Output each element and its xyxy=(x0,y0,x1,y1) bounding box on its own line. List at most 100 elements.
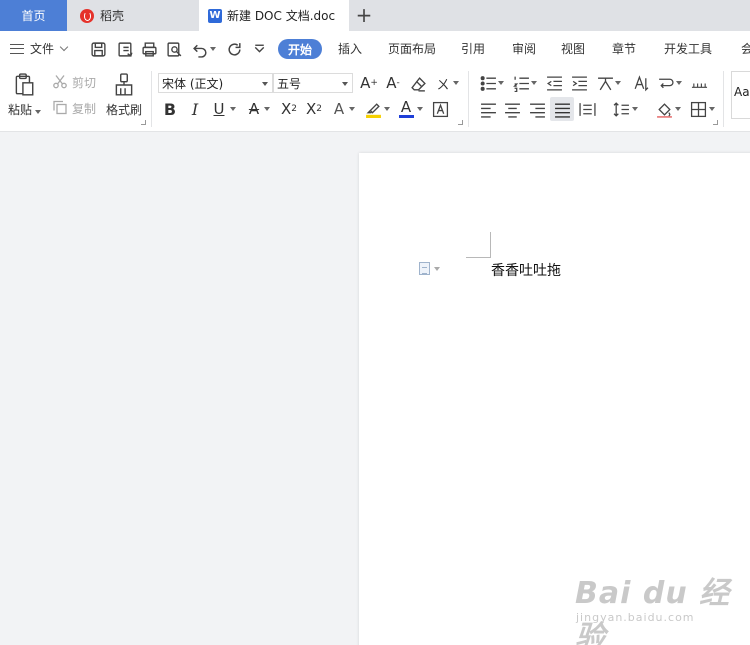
tab-bar: 首页 稻壳 W 新建 DOC 文档.doc + xyxy=(0,0,750,31)
format-painter-icon[interactable] xyxy=(112,71,136,99)
bullet-list-icon[interactable] xyxy=(479,74,497,92)
margin-corner-mark xyxy=(490,232,491,257)
font-size-dropdown-icon xyxy=(342,82,348,86)
paste-icon[interactable] xyxy=(11,71,37,99)
tab-page-layout[interactable]: 页面布局 xyxy=(388,40,436,57)
format-painter-button[interactable]: 格式刷 xyxy=(106,101,142,118)
tab-daoke[interactable]: 稻壳 xyxy=(67,0,195,31)
paste-button[interactable]: 粘贴 xyxy=(8,101,42,118)
line-break-dropdown-icon[interactable] xyxy=(675,79,683,87)
phonetic-dropdown-icon[interactable] xyxy=(452,79,460,87)
paragraph-dropdown-icon xyxy=(434,266,440,271)
align-left-icon[interactable] xyxy=(479,100,497,118)
baidu-watermark-logo: Bai du 经验 xyxy=(575,576,731,645)
strikethrough-dropdown-icon[interactable] xyxy=(263,105,271,113)
text-effect-dropdown-icon[interactable] xyxy=(348,105,356,113)
document-paragraph-icon xyxy=(419,262,430,275)
align-right-icon[interactable] xyxy=(528,100,546,118)
shrink-font-icon[interactable]: A- xyxy=(383,73,403,93)
paragraph-launcher-icon[interactable] xyxy=(713,120,718,125)
grow-font-icon[interactable]: A + xyxy=(359,73,379,93)
underline-dropdown-icon[interactable] xyxy=(229,105,237,113)
font-name-select[interactable]: 宋体 (正文) xyxy=(158,73,273,93)
baidu-watermark-url: jingyan.baidu.com xyxy=(576,611,695,624)
daoke-logo-icon xyxy=(80,8,94,23)
tab-developer[interactable]: 开发工具 xyxy=(664,40,712,57)
underline-icon[interactable]: U xyxy=(210,99,228,119)
highlight-marker-icon[interactable] xyxy=(364,100,382,118)
char-border-icon[interactable] xyxy=(431,100,449,118)
font-name-dropdown-icon xyxy=(262,82,268,86)
font-name-value: 宋体 (正文) xyxy=(162,76,224,91)
highlight-dropdown-icon[interactable] xyxy=(383,105,391,113)
font-size-value: 五号 xyxy=(277,76,302,91)
margin-corner-mark xyxy=(466,257,491,258)
scissors-icon[interactable] xyxy=(52,73,68,89)
line-break-icon[interactable] xyxy=(656,74,674,92)
hamburger-icon xyxy=(10,43,24,54)
tab-home-label: 首页 xyxy=(21,9,46,23)
tab-review[interactable]: 审阅 xyxy=(512,40,536,57)
distributed-align-icon[interactable] xyxy=(578,100,596,118)
redo-icon[interactable] xyxy=(225,40,243,58)
chinese-layout-dropdown-icon[interactable] xyxy=(614,79,622,87)
line-spacing-dropdown-icon[interactable] xyxy=(631,105,639,113)
style-preview-text: AaI xyxy=(734,85,750,99)
bullet-dropdown-icon[interactable] xyxy=(497,79,505,87)
tab-view[interactable]: 视图 xyxy=(561,40,585,57)
clear-format-eraser-icon[interactable] xyxy=(409,75,427,93)
new-tab-plus-icon[interactable]: + xyxy=(354,3,374,27)
decrease-indent-icon[interactable] xyxy=(545,74,563,92)
copy-label: 复制 xyxy=(72,102,97,116)
customize-toolbar-icon[interactable] xyxy=(250,40,268,58)
tab-document[interactable]: W 新建 DOC 文档.doc xyxy=(199,0,349,31)
file-menu-button[interactable]: 文件 xyxy=(10,40,69,57)
save-icon[interactable] xyxy=(89,40,107,58)
tab-document-label: 新建 DOC 文档.doc xyxy=(227,9,336,23)
copy-icon[interactable] xyxy=(52,99,68,115)
tab-start[interactable]: 开始 xyxy=(278,39,322,59)
subscript-icon[interactable]: X2 xyxy=(304,99,324,119)
font-color-dropdown-icon[interactable] xyxy=(416,105,424,113)
italic-icon[interactable]: I xyxy=(186,99,204,119)
undo-dropdown-icon[interactable] xyxy=(208,40,218,58)
ribbon-separator xyxy=(468,71,469,127)
font-size-select[interactable]: 五号 xyxy=(273,73,353,93)
paragraph-handle[interactable] xyxy=(419,262,440,275)
shading-dropdown-icon[interactable] xyxy=(674,105,682,113)
paste-label: 粘贴 xyxy=(8,103,33,117)
bold-icon[interactable]: B xyxy=(161,99,179,119)
numbered-dropdown-icon[interactable] xyxy=(530,79,538,87)
text-direction-icon[interactable] xyxy=(631,74,649,92)
increase-indent-icon[interactable] xyxy=(570,74,588,92)
chinese-layout-icon[interactable] xyxy=(596,74,614,92)
print-preview-icon[interactable] xyxy=(165,40,183,58)
strikethrough-icon[interactable]: A xyxy=(245,99,263,119)
borders-icon[interactable] xyxy=(689,100,707,118)
shading-bucket-icon[interactable] xyxy=(655,100,673,118)
show-marks-icon[interactable] xyxy=(689,74,709,92)
font-color-icon[interactable]: A xyxy=(397,99,415,119)
clipboard-launcher-icon[interactable] xyxy=(141,120,146,125)
tab-home[interactable]: 首页 xyxy=(0,0,67,31)
tab-references[interactable]: 引用 xyxy=(461,40,485,57)
tab-member[interactable]: 会 xyxy=(741,40,750,57)
undo-icon[interactable] xyxy=(191,40,209,58)
tab-chapter[interactable]: 章节 xyxy=(612,40,636,57)
justify-icon[interactable] xyxy=(550,97,574,121)
superscript-icon[interactable]: X2 xyxy=(279,99,299,119)
line-spacing-icon[interactable] xyxy=(612,100,630,118)
export-pdf-icon[interactable] xyxy=(116,40,134,58)
text-effect-icon[interactable]: A xyxy=(330,99,348,119)
ribbon-toolbar: 粘贴 剪切 复制 格式刷 宋体 (正文) 五号 A + A- ㄨ B I U A … xyxy=(0,66,750,132)
align-center-icon[interactable] xyxy=(503,100,521,118)
document-body-text[interactable]: 香香吐吐拖 xyxy=(491,260,561,280)
font-launcher-icon[interactable] xyxy=(458,120,463,125)
word-doc-icon: W xyxy=(208,8,222,23)
print-icon[interactable] xyxy=(140,40,158,58)
tab-insert[interactable]: 插入 xyxy=(338,40,362,57)
style-gallery-preview[interactable]: AaI xyxy=(731,71,750,119)
phonetic-guide-icon[interactable]: ㄨ xyxy=(433,73,453,93)
numbered-list-icon[interactable] xyxy=(512,74,530,92)
borders-dropdown-icon[interactable] xyxy=(708,105,716,113)
